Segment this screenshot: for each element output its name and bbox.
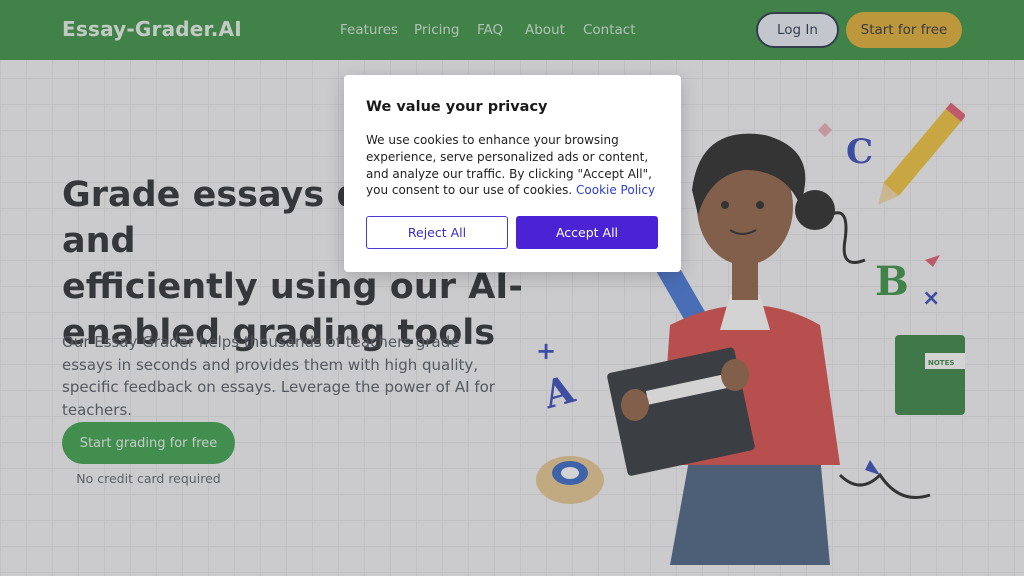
accept-all-button[interactable]: Accept All <box>516 216 658 249</box>
reject-all-button[interactable]: Reject All <box>366 216 508 249</box>
cookie-modal-text: We use cookies to enhance your browsing … <box>366 132 662 199</box>
cookie-policy-link[interactable]: Cookie Policy <box>576 183 655 197</box>
cookie-modal-title: We value your privacy <box>366 99 548 115</box>
cookie-consent-modal: We value your privacy We use cookies to … <box>344 75 681 272</box>
